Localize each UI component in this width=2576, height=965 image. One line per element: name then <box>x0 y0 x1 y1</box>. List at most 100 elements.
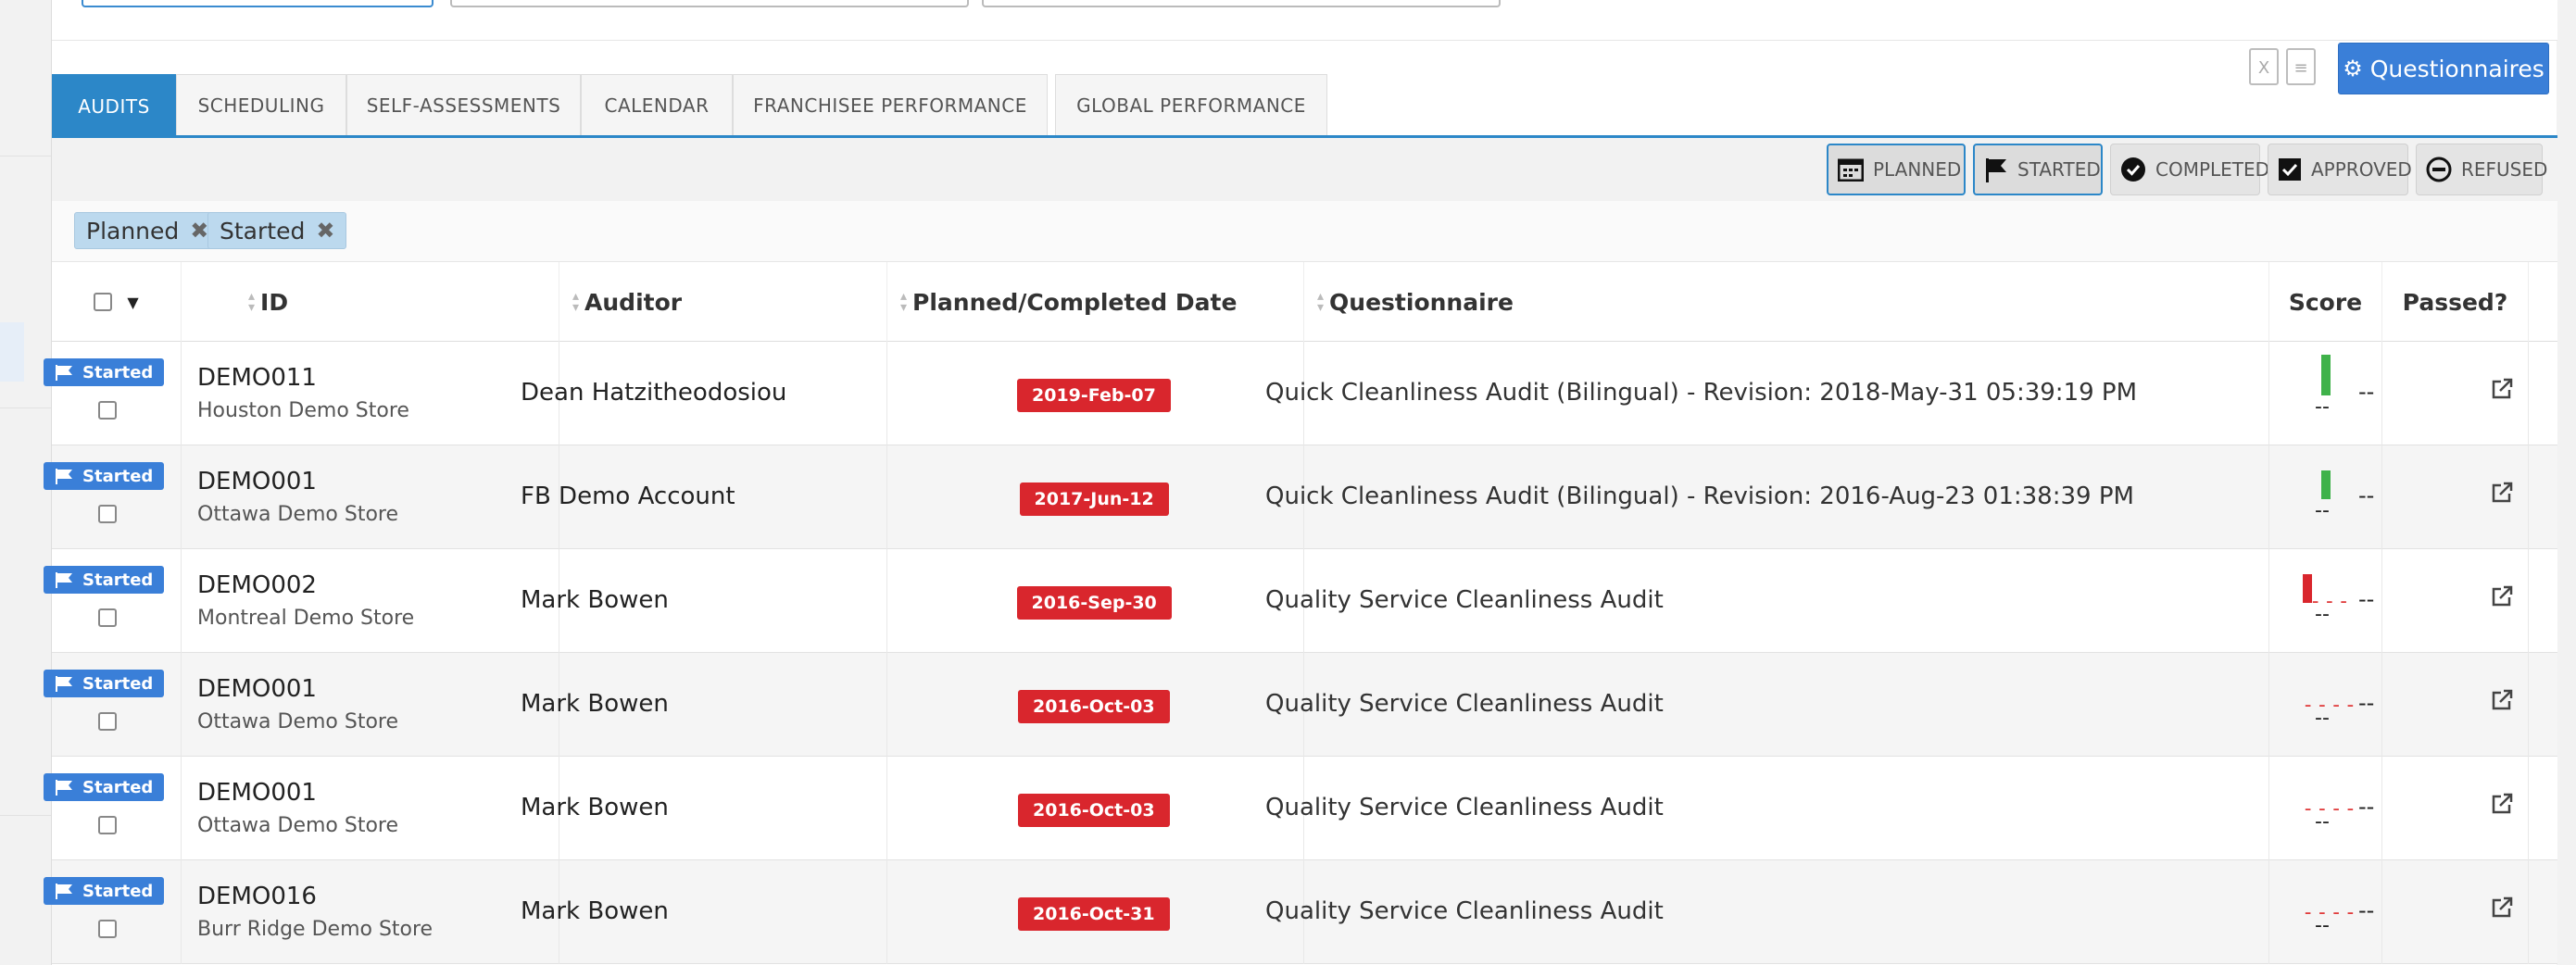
date-badge: 2016-Sep-30 <box>1016 586 1172 620</box>
table-row[interactable]: Started DEMO001 Ottawa Demo Store Mark B… <box>44 757 2557 860</box>
close-icon[interactable]: ✖ <box>316 218 334 244</box>
table-row[interactable]: Started DEMO001 Ottawa Demo Store Mark B… <box>44 653 2557 757</box>
id-cell <box>182 860 559 964</box>
status-badge-label: Started <box>82 362 154 382</box>
row-checkbox[interactable] <box>98 920 117 938</box>
filter-refused-button[interactable]: REFUSED <box>2416 144 2547 195</box>
external-link-icon[interactable] <box>2490 481 2516 507</box>
column-label: Auditor <box>584 288 683 316</box>
row-checkbox[interactable] <box>98 505 117 523</box>
flag-icon <box>56 884 72 899</box>
column-header-date[interactable]: ▴ ▾ Planned/Completed Date <box>887 262 1304 342</box>
audits-panel: X ≡ ⚙ Questionnaires AUDITS SCHEDULING S… <box>44 0 2557 965</box>
filter-planned-button[interactable]: PLANNED <box>1827 144 1966 195</box>
questionnaire-name: Quality Service Cleanliness Audit <box>1265 690 1664 718</box>
table-row[interactable]: Started DEMO016 Burr Ridge Demo Store Ma… <box>44 860 2557 964</box>
auditor-name: Mark Bowen <box>521 897 669 925</box>
sort-icon: ▴ ▾ <box>900 289 908 315</box>
status-badge: Started <box>44 773 164 801</box>
table-row[interactable]: Started DEMO001 Ottawa Demo Store FB Dem… <box>44 445 2557 549</box>
questionnaire-name: Quality Service Cleanliness Audit <box>1265 897 1664 925</box>
store-name: Ottawa Demo Store <box>197 503 399 526</box>
external-link-icon[interactable] <box>2490 584 2516 610</box>
row-checkbox[interactable] <box>98 401 117 420</box>
filter-input-3[interactable] <box>982 0 1501 7</box>
auditor-name: Mark Bowen <box>521 794 669 821</box>
tab-label: SELF-ASSESSMENTS <box>366 94 561 117</box>
filter-completed-label: COMPLETED <box>2155 158 2270 181</box>
status-badge-label: Started <box>82 466 154 486</box>
date-badge: 2016-Oct-03 <box>1018 794 1170 827</box>
flag-icon <box>1984 157 2008 182</box>
id-cell <box>182 445 559 549</box>
chevron-down-icon[interactable]: ▼ <box>127 294 138 311</box>
tab-self-assessments[interactable]: SELF-ASSESSMENTS <box>346 74 581 135</box>
filter-input-2[interactable] <box>450 0 969 7</box>
status-badge: Started <box>44 877 164 905</box>
chip-label: Planned <box>86 217 180 244</box>
tab-calendar[interactable]: CALENDAR <box>581 74 733 135</box>
column-header-auditor[interactable]: ▴ ▾ Auditor <box>559 262 887 342</box>
filter-started-button[interactable]: STARTED <box>1973 144 2103 195</box>
chip-planned: Planned ✖ <box>74 212 221 249</box>
external-link-icon[interactable] <box>2490 896 2516 921</box>
table-row[interactable]: Started DEMO002 Montreal Demo Store Mark… <box>44 549 2557 653</box>
status-badge: Started <box>44 462 164 490</box>
tab-label: CALENDAR <box>604 94 710 117</box>
status-badge: Started <box>44 358 164 386</box>
column-header-questionnaire[interactable]: ▴ ▾ Questionnaire <box>1304 262 2269 342</box>
status-badge: Started <box>44 566 164 594</box>
flag-icon <box>56 780 72 796</box>
filter-approved-label: APPROVED <box>2311 158 2412 181</box>
tab-label: AUDITS <box>78 94 150 118</box>
sort-icon: ▴ ▾ <box>1317 289 1325 315</box>
row-select-cell: Started <box>44 549 182 653</box>
select-all-checkbox[interactable] <box>94 293 113 311</box>
minus-circle-icon <box>2426 157 2452 182</box>
passed-value: -- <box>2358 379 2375 405</box>
tab-scheduling[interactable]: SCHEDULING <box>176 74 346 135</box>
score-value: -- <box>2315 810 2330 833</box>
table-row[interactable]: Started DEMO011 Houston Demo Store Dean … <box>44 342 2557 445</box>
row-select-cell: Started <box>44 653 182 757</box>
score-value: -- <box>2315 914 2330 937</box>
column-header-score: Score <box>2269 262 2382 342</box>
sort-icon: ▴ ▾ <box>248 289 256 315</box>
audit-id: DEMO001 <box>197 779 317 807</box>
passed-value: -- <box>2358 482 2375 508</box>
status-badge-label: Started <box>82 673 154 694</box>
tab-audits[interactable]: AUDITS <box>52 74 176 137</box>
date-badge: 2017-Jun-12 <box>1019 482 1169 516</box>
external-link-icon[interactable] <box>2490 377 2516 403</box>
row-checkbox[interactable] <box>98 712 117 731</box>
row-checkbox[interactable] <box>98 816 117 834</box>
filter-completed-button[interactable]: COMPLETED <box>2110 144 2269 195</box>
score-threshold-line: ---- <box>2302 694 2358 717</box>
main-tabs: AUDITS SCHEDULING SELF-ASSESSMENTS CALEN… <box>52 74 2557 137</box>
score-threshold-line: ---- <box>2302 901 2358 924</box>
filter-approved-button[interactable]: APPROVED <box>2268 144 2412 195</box>
status-filter-bar: PLANNED STARTED COMPLETED APPROVED REFUS… <box>52 138 2557 201</box>
row-select-cell: Started <box>44 342 182 445</box>
flag-icon <box>56 469 72 484</box>
date-badge: 2019-Feb-07 <box>1017 379 1171 412</box>
filter-input-1[interactable] <box>82 0 434 7</box>
column-header-id[interactable]: ▴ ▾ ID <box>182 262 559 342</box>
row-select-cell: Started <box>44 860 182 964</box>
filter-inputs-row <box>52 0 2557 41</box>
external-link-icon[interactable] <box>2490 688 2516 714</box>
row-checkbox[interactable] <box>98 608 117 627</box>
tab-global-performance[interactable]: GLOBAL PERFORMANCE <box>1055 74 1327 135</box>
audit-id: DEMO016 <box>197 883 317 910</box>
sidebar-divider <box>0 156 51 157</box>
column-header-passed: Passed? <box>2382 262 2529 342</box>
tab-franchisee-performance[interactable]: FRANCHISEE PERFORMANCE <box>733 74 1048 135</box>
close-icon[interactable]: ✖ <box>190 218 208 244</box>
column-label: Passed? <box>2402 288 2508 316</box>
flag-icon <box>56 572 72 588</box>
score-value: -- <box>2315 395 2330 419</box>
sidebar-active-highlight <box>0 322 24 382</box>
tab-label: FRANCHISEE PERFORMANCE <box>753 94 1027 117</box>
external-link-icon[interactable] <box>2490 792 2516 818</box>
questionnaire-name: Quality Service Cleanliness Audit <box>1265 586 1664 614</box>
